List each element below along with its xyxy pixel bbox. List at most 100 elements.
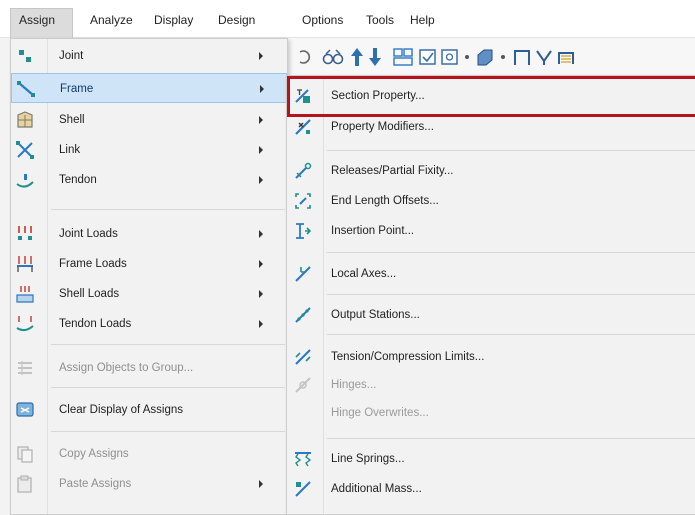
menu-separator xyxy=(327,252,695,253)
brace-icon[interactable] xyxy=(534,47,554,67)
menu-item-assign-objects-to-group: Assign Objects to Group... xyxy=(11,353,287,383)
menu-separator xyxy=(51,431,285,432)
menu-item-frame-loads[interactable]: Frame Loads xyxy=(11,249,287,279)
menu-help[interactable]: Help xyxy=(406,9,439,31)
menu-options[interactable]: Options xyxy=(298,9,347,31)
menu-item-label: Hinges... xyxy=(331,379,377,391)
menu-item-tension-compression-limits[interactable]: Tension/Compression Limits... xyxy=(287,342,695,372)
menu-item-insertion-point[interactable]: Insertion Point... xyxy=(287,216,695,246)
menu-item-label: Paste Assigns xyxy=(59,478,132,490)
menu-item-frame[interactable]: Frame xyxy=(11,73,287,103)
menu-item-label: Link xyxy=(59,144,81,156)
link-icon xyxy=(16,141,34,159)
joint-icon xyxy=(19,50,31,62)
menu-display[interactable]: Display xyxy=(150,9,197,31)
menu-item-label: Joint xyxy=(59,50,84,62)
check-box-icon[interactable] xyxy=(418,47,438,67)
submenu-arrow-icon xyxy=(259,320,263,328)
submenu-arrow-icon xyxy=(259,52,263,60)
redo-icon[interactable] xyxy=(296,46,312,68)
group-icon xyxy=(18,361,32,375)
menu-item-clear-display-of-assigns[interactable]: Clear Display of Assigns xyxy=(11,395,287,425)
frame-submenu: Section Property... Property Modifiers..… xyxy=(286,75,695,515)
menu-item-output-stations[interactable]: Output Stations... xyxy=(287,300,695,330)
menu-item-local-axes[interactable]: Local Axes... xyxy=(287,259,695,289)
glasses-icon[interactable] xyxy=(322,47,344,67)
shell-icon xyxy=(17,111,33,128)
menu-item-paste-assigns: Paste Assigns xyxy=(11,469,287,499)
menu-item-tendon[interactable]: Tendon xyxy=(11,165,287,195)
menu-item-end-length-offsets[interactable]: End Length Offsets... xyxy=(287,186,695,216)
submenu-arrow-icon xyxy=(260,85,264,93)
menu-item-label: Shell xyxy=(59,114,85,126)
tendon-icon xyxy=(16,174,34,188)
menu-item-label: Frame Loads xyxy=(59,258,127,270)
menu-item-label: End Length Offsets... xyxy=(331,195,439,207)
arrow-up-icon[interactable] xyxy=(350,46,364,68)
section-property-highlight-outline xyxy=(287,76,695,117)
elevation-view-icon[interactable] xyxy=(392,47,414,67)
menu-tools[interactable]: Tools xyxy=(362,9,398,31)
shell-loads-icon xyxy=(16,286,34,303)
menu-separator xyxy=(51,387,285,388)
tendon-loads-icon xyxy=(16,316,34,332)
submenu-arrow-icon xyxy=(259,116,263,124)
menu-design[interactable]: Design xyxy=(214,9,259,31)
display-icon[interactable] xyxy=(440,47,462,67)
menu-separator xyxy=(327,150,695,151)
frame-shape-icon[interactable] xyxy=(512,47,532,67)
hinges-icon xyxy=(295,377,311,393)
end-length-offsets-icon xyxy=(295,193,311,209)
menu-item-label: Tendon xyxy=(59,174,97,186)
menu-item-label: Joint Loads xyxy=(59,228,118,240)
menu-assign[interactable]: Assign xyxy=(10,8,73,38)
menu-separator xyxy=(327,438,695,439)
menu-item-label: Assign Objects to Group... xyxy=(59,362,194,374)
extrude-icon[interactable] xyxy=(474,47,496,67)
menu-item-label: Additional Mass... xyxy=(331,483,422,495)
assign-dropdown-menu: Joint Frame Shell Link Tendon Joint Load… xyxy=(10,38,288,515)
menu-item-label: Output Stations... xyxy=(331,309,420,321)
menu-item-hinges: Hinges... xyxy=(287,370,695,400)
property-modifiers-icon xyxy=(295,119,311,135)
menu-separator xyxy=(327,334,695,335)
menu-item-copy-assigns: Copy Assigns xyxy=(11,439,287,469)
releases-icon xyxy=(295,162,312,179)
menu-item-line-springs[interactable]: Line Springs... xyxy=(287,444,695,474)
submenu-arrow-icon xyxy=(259,260,263,268)
shell-draw-icon[interactable] xyxy=(556,47,576,67)
menu-item-joint[interactable]: Joint xyxy=(11,41,287,71)
tension-compression-icon xyxy=(295,349,311,365)
joint-loads-icon xyxy=(18,226,32,240)
menu-item-shell-loads[interactable]: Shell Loads xyxy=(11,279,287,309)
insertion-point-icon xyxy=(296,223,312,239)
paste-assigns-icon xyxy=(17,475,32,493)
arrow-down-icon[interactable] xyxy=(368,46,382,68)
menu-item-label: Clear Display of Assigns xyxy=(59,404,183,416)
menu-analyze[interactable]: Analyze xyxy=(86,9,137,31)
dropdown-dot-icon[interactable] xyxy=(500,54,506,60)
menu-item-label: Frame xyxy=(60,83,94,95)
menu-item-shell[interactable]: Shell xyxy=(11,105,287,135)
menu-separator xyxy=(327,294,695,295)
menu-item-releases-partial-fixity[interactable]: Releases/Partial Fixity... xyxy=(287,156,695,186)
submenu-arrow-icon xyxy=(259,480,263,488)
menu-item-link[interactable]: Link xyxy=(11,135,287,165)
frame-icon xyxy=(17,81,35,97)
menu-item-label: Insertion Point... xyxy=(331,225,415,237)
menu-item-additional-mass[interactable]: Additional Mass... xyxy=(287,474,695,504)
menu-item-label: Tendon Loads xyxy=(59,318,132,330)
copy-assigns-icon xyxy=(17,446,33,463)
submenu-arrow-icon xyxy=(259,176,263,184)
menu-item-hinge-overwrites: Hinge Overwrites... xyxy=(287,398,695,428)
clear-display-icon xyxy=(16,402,34,417)
dropdown-dot-icon[interactable] xyxy=(464,54,470,60)
submenu-arrow-icon xyxy=(259,290,263,298)
menu-item-tendon-loads[interactable]: Tendon Loads xyxy=(11,309,287,339)
menu-separator xyxy=(51,344,285,345)
menu-item-label: Hinge Overwrites... xyxy=(331,407,429,419)
menu-item-joint-loads[interactable]: Joint Loads xyxy=(11,219,287,249)
menu-item-label: Line Springs... xyxy=(331,453,405,465)
menu-item-label: Copy Assigns xyxy=(59,448,129,460)
menu-item-label: Local Axes... xyxy=(331,268,397,280)
